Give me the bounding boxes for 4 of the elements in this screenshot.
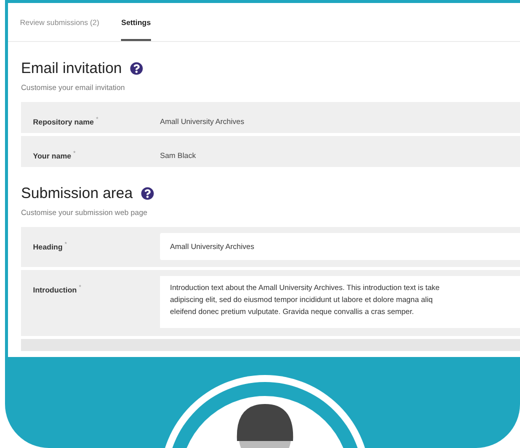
help-icon[interactable] <box>130 62 143 75</box>
section-title: Submission area <box>21 185 133 202</box>
section-title: Email invitation <box>21 60 122 77</box>
help-icon[interactable] <box>140 187 154 200</box>
